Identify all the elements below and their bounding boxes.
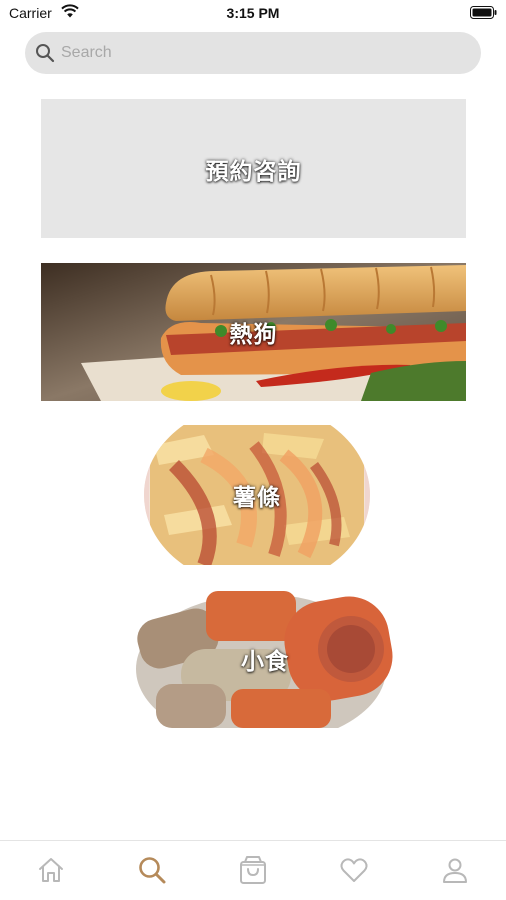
category-label: 熱狗 [229,321,278,347]
tab-home[interactable] [34,853,68,887]
profile-icon [443,858,467,883]
search-bar[interactable] [25,32,481,74]
clock: 3:15 PM [226,5,280,21]
shopping-bag-icon [240,856,266,884]
category-card-snacks[interactable]: 小食 [136,589,394,728]
battery-icon [470,6,497,19]
category-card-fries[interactable]: 薯條 [144,425,370,565]
tab-profile[interactable] [438,853,472,887]
search-input[interactable] [61,32,461,74]
search-icon [139,857,166,884]
tab-bar [0,840,506,900]
status-bar: Carrier 3:15 PM [0,0,506,26]
category-card-hotdog[interactable]: 熱狗 [41,263,466,401]
tab-favorites[interactable] [337,853,371,887]
heart-icon [340,858,368,882]
tab-search[interactable] [135,853,169,887]
search-icon [36,44,55,63]
tab-cart[interactable] [236,853,270,887]
category-card-reservation[interactable]: 預約咨詢 [41,99,466,238]
category-label: 薯條 [233,484,281,510]
category-label: 預約咨詢 [205,157,302,184]
home-icon [39,858,63,882]
category-label: 小食 [241,647,289,674]
